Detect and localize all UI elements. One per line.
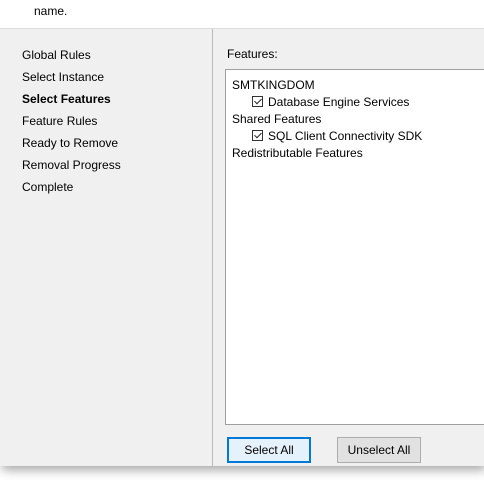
step-removal-progress[interactable]: Removal Progress [22, 158, 121, 172]
steps-sidebar: Global Rules Select Instance Select Feat… [0, 29, 213, 466]
unselect-all-button[interactable]: Unselect All [337, 437, 421, 463]
tree-node-shared-features[interactable]: Shared Features [232, 110, 321, 128]
step-global-rules[interactable]: Global Rules [22, 48, 91, 62]
step-feature-rules[interactable]: Feature Rules [22, 114, 97, 128]
tree-node-redistributable[interactable]: Redistributable Features [232, 144, 363, 162]
step-ready-to-remove[interactable]: Ready to Remove [22, 136, 118, 150]
tree-node-instance[interactable]: SMTKINGDOM [232, 76, 315, 94]
features-tree[interactable]: SMTKINGDOM Database Engine Services Shar… [225, 69, 484, 425]
checkbox-client-sdk[interactable] [252, 130, 263, 141]
checkbox-database-engine[interactable] [252, 96, 263, 107]
main-content: Features: SMTKINGDOM Database Engine Ser… [213, 29, 484, 466]
step-select-instance[interactable]: Select Instance [22, 70, 104, 84]
step-complete[interactable]: Complete [22, 180, 73, 194]
tree-node-label: SQL Client Connectivity SDK [268, 129, 423, 143]
step-select-features[interactable]: Select Features [22, 92, 111, 106]
header-description: name. [34, 4, 68, 18]
tree-node-label: Database Engine Services [268, 95, 410, 109]
header-bar: name. [0, 0, 484, 29]
setup-window: name. Global Rules Select Instance Selec… [0, 0, 484, 466]
tree-node-client-sdk[interactable]: SQL Client Connectivity SDK [252, 127, 422, 145]
select-all-button[interactable]: Select All [227, 437, 311, 463]
features-label: Features: [227, 47, 278, 61]
tree-node-database-engine[interactable]: Database Engine Services [252, 93, 409, 111]
